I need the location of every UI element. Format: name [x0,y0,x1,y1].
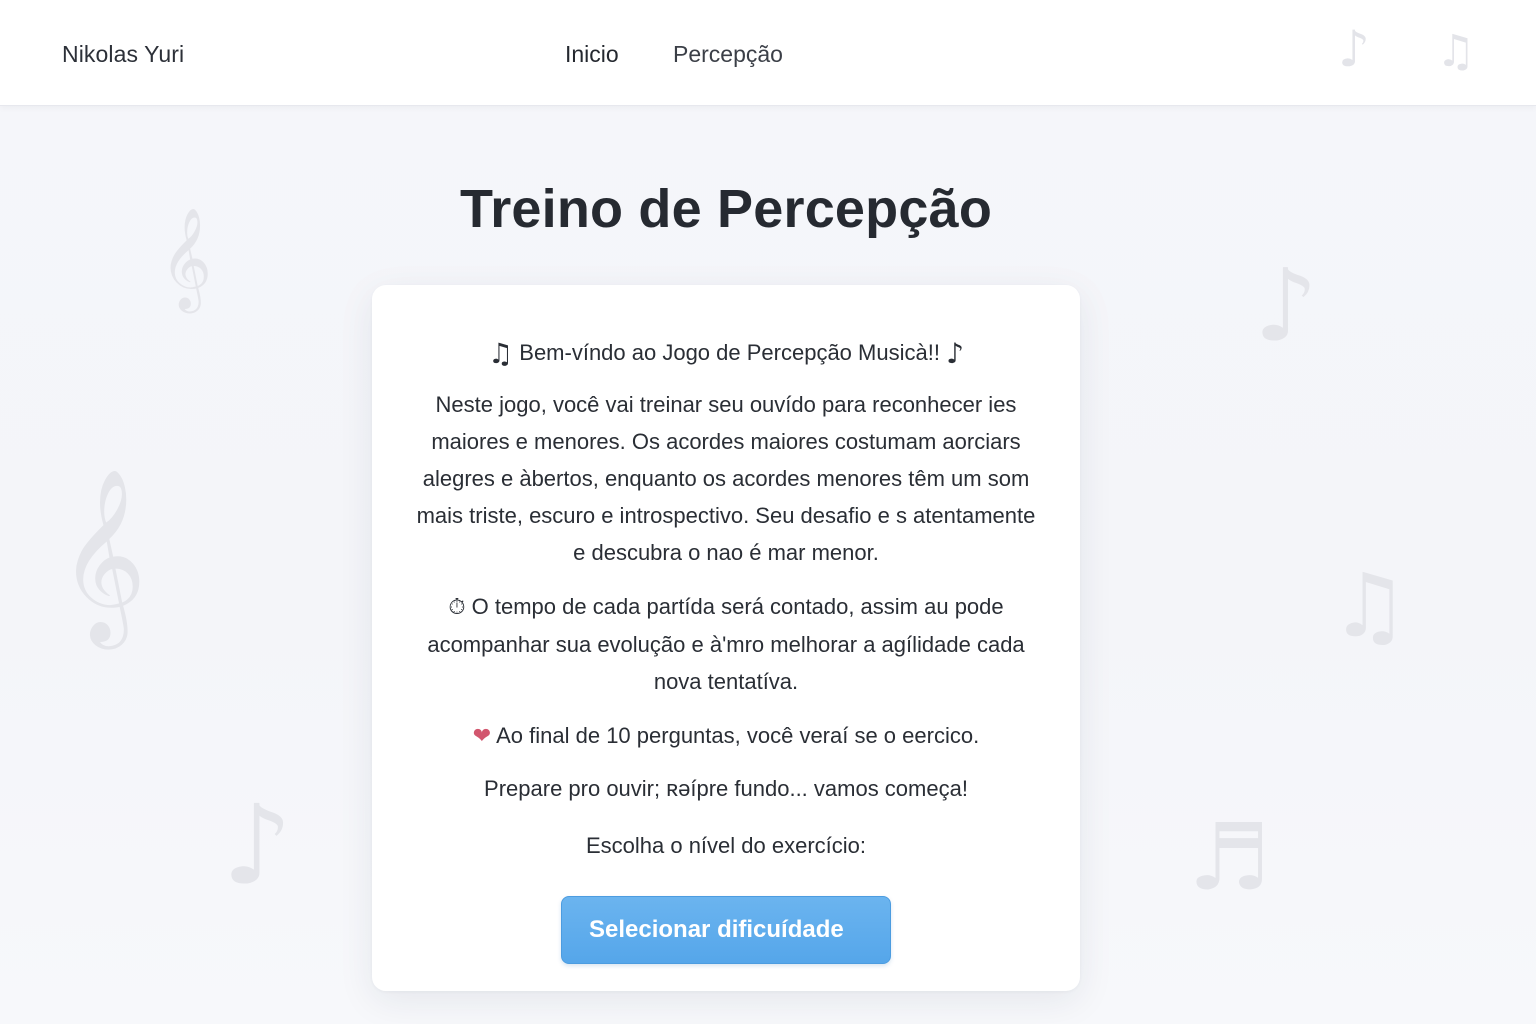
heart-icon: ❤ [472,724,492,749]
beamed-notes-icon: ♫ [1436,26,1476,77]
nav-link-percepcao[interactable]: Percepção [673,41,783,68]
timer-text: O tempo de cada partída será contado, as… [427,594,1025,694]
beamed-notes-icon: ♫ [1330,554,1409,657]
beamed-notes-icon: ♫ [488,337,514,370]
level-label: Escolha o nível do exercício: [585,833,867,858]
timer-paragraph: ⏱ O tempo de cada partída será contado, … [408,588,1044,700]
eighth-note-icon: ♪ [222,781,293,909]
welcome-text: Bem-víndo ao Jogo de Percepção Musicà!! [519,340,940,365]
eighth-note-icon: ♪ [1254,247,1318,364]
top-navbar: Nikolas Yuri Inicio Percepção ♪ ♫ [0,0,1536,106]
nav-link-inicio[interactable]: Inicio [565,41,619,68]
eighth-note-icon: ♪ [1338,20,1370,78]
select-difficulty-button[interactable]: Selecionar dificuídade [561,896,891,964]
eighth-note-icon: ♪ [946,337,964,370]
welcome-heading: ♫ Bem-víndo ao Jogo de Percepção Musicà!… [372,337,1080,370]
intro-card: ♫ Bem-víndo ao Jogo de Percepção Musicà!… [372,285,1080,991]
stopwatch-icon: ⏱ [448,595,466,620]
intro-paragraph: Neste jogo, você vai treinar seu ouvído … [416,392,1036,565]
final-text: Ao final de 10 perguntas, você veraí se … [496,723,980,748]
prepare-paragraph: Prepare pro ouvir; ʀəípre fundo... vamos… [484,776,968,801]
brand-name[interactable]: Nikolas Yuri [62,41,184,68]
page-title: Treino de Percepção [459,179,992,239]
treble-clef-icon: 𝄞 [58,468,147,642]
beamed-sixteenth-icon: ♬ [1188,804,1271,911]
final-paragraph: ❤ Ao final de 10 perguntas, você veraí s… [408,717,1044,755]
page: Nikolas Yuri Inicio Percepção ♪ ♫ 𝄞 𝄞 ♪ … [0,0,1536,1024]
